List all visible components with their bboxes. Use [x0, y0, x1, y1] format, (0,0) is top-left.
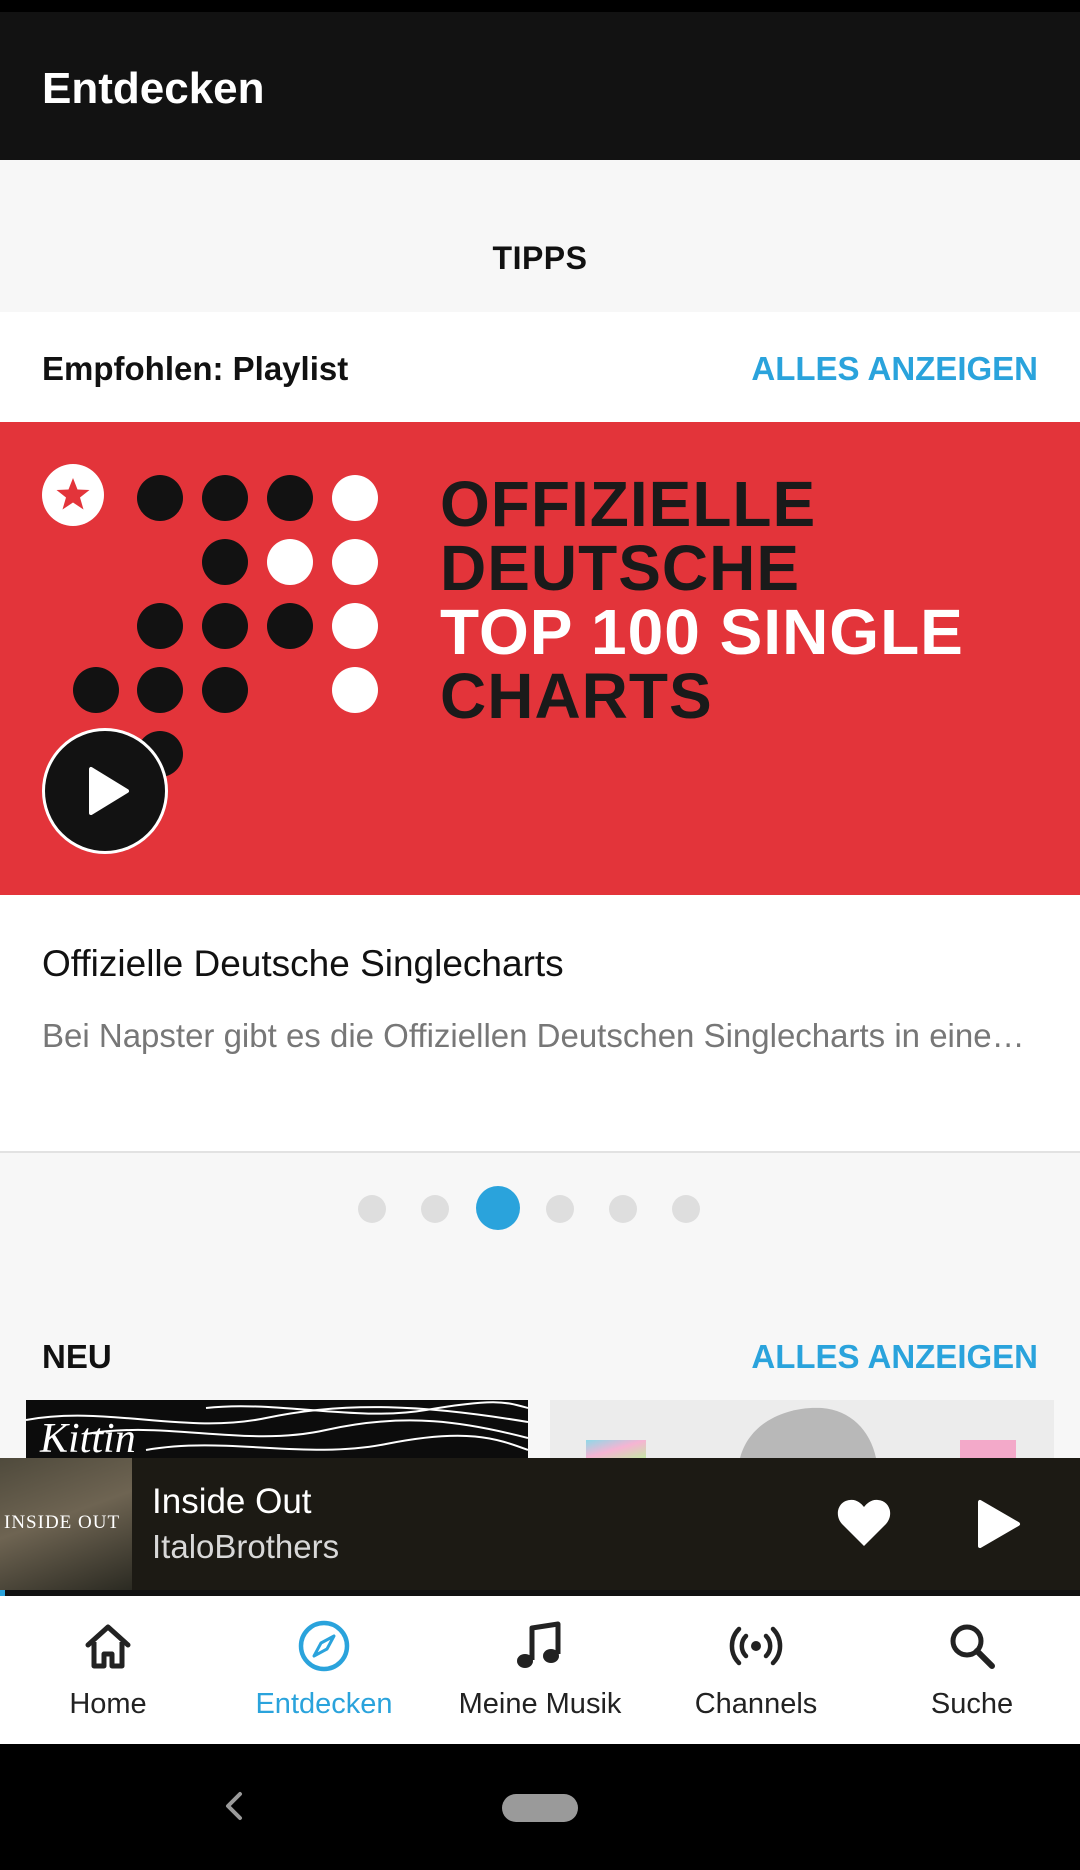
- logo-dot: [332, 539, 378, 585]
- search-icon: [950, 1624, 995, 1669]
- banner-line-2: DEUTSCHE: [440, 532, 801, 604]
- tab-tipps[interactable]: TIPPS: [0, 240, 1080, 277]
- logo-dot: [137, 667, 183, 713]
- pager-dot[interactable]: [358, 1195, 386, 1223]
- album-art-shapes: [586, 1407, 1016, 1458]
- banner-line-4: CHARTS: [440, 660, 713, 732]
- nav-channels-label: Channels: [694, 1688, 818, 1720]
- new-section-title: NEU: [42, 1338, 112, 1375]
- logo-dot: [202, 667, 248, 713]
- mini-player[interactable]: INSIDE OUT Inside Out ItaloBrothers: [0, 1458, 1080, 1596]
- favorite-button[interactable]: [836, 1498, 892, 1548]
- logo-dot: [202, 475, 248, 521]
- home-pill-button[interactable]: [502, 1794, 578, 1822]
- featured-playlist-banner[interactable]: OFFIZIELLE DEUTSCHE TOP 100 SINGLE CHART…: [0, 422, 1080, 895]
- pager-dot[interactable]: [421, 1195, 449, 1223]
- nav-entdecken-label: Entdecken: [255, 1688, 393, 1720]
- cover-text: INSIDE OUT: [4, 1512, 121, 1533]
- nav-meine-musik[interactable]: Meine Musik: [432, 1596, 648, 1744]
- play-icon: [89, 767, 129, 815]
- music-note-icon: [517, 1621, 561, 1668]
- app-bar: Entdecken: [0, 12, 1080, 160]
- nav-suche-label: Suche: [930, 1688, 1014, 1720]
- banner-line-3: TOP 100 SINGLE: [440, 596, 964, 668]
- featured-section-header: Empfohlen: Playlist ALLES ANZEIGEN: [0, 312, 1080, 422]
- logo-dot: [332, 475, 378, 521]
- mini-play-button[interactable]: [974, 1498, 1022, 1550]
- featured-card-info[interactable]: Offizielle Deutsche Singlecharts Bei Nap…: [0, 895, 1080, 1153]
- compass-icon: [298, 1620, 350, 1672]
- logo-dot: [267, 539, 313, 585]
- pager-dot[interactable]: [609, 1195, 637, 1223]
- new-see-all-link[interactable]: ALLES ANZEIGEN: [751, 1338, 1038, 1376]
- nav-suche[interactable]: Suche: [864, 1596, 1080, 1744]
- play-button[interactable]: [42, 728, 168, 854]
- featured-section-title: Empfohlen: Playlist: [42, 350, 349, 387]
- featured-see-all-link[interactable]: ALLES ANZEIGEN: [751, 350, 1038, 388]
- banner-line-1: OFFIZIELLE: [440, 468, 817, 540]
- system-navigation-bar: [0, 1744, 1080, 1870]
- tab-strip: TIPPS: [0, 160, 1080, 312]
- card-title: Offizielle Deutsche Singlecharts: [42, 943, 564, 984]
- bottom-navigation: Home Entdecken Meine Musik Channels Such…: [0, 1596, 1080, 1744]
- nav-meine-musik-label: Meine Musik: [458, 1688, 622, 1720]
- star-badge-icon: [42, 464, 104, 526]
- album-cover[interactable]: Kittin: [26, 1400, 528, 1458]
- pager-dot[interactable]: [546, 1195, 574, 1223]
- track-title: Inside Out: [152, 1482, 312, 1521]
- carousel-pager: [0, 1186, 1080, 1230]
- album-art-pattern: Kittin: [26, 1401, 528, 1458]
- album-cover[interactable]: [550, 1400, 1054, 1458]
- logo-dot: [73, 667, 119, 713]
- album-art-text: Kittin: [39, 1416, 136, 1458]
- card-description: Bei Napster gibt es die Offiziellen Deut…: [42, 1017, 1025, 1054]
- logo-dot: [137, 475, 183, 521]
- banner-text: OFFIZIELLE DEUTSCHE TOP 100 SINGLE CHART…: [440, 472, 964, 728]
- page-title: Entdecken: [42, 64, 265, 113]
- broadcast-icon: [729, 1626, 783, 1666]
- now-playing-cover: INSIDE OUT: [0, 1458, 132, 1590]
- logo-dot: [332, 603, 378, 649]
- logo-dot: [332, 667, 378, 713]
- logo-dot: [267, 603, 313, 649]
- status-bar: [0, 0, 1080, 12]
- heart-icon: [837, 1499, 891, 1546]
- track-artist: ItaloBrothers: [152, 1528, 340, 1565]
- nav-entdecken[interactable]: Entdecken: [216, 1596, 432, 1744]
- logo-dot: [202, 539, 248, 585]
- play-icon: [978, 1500, 1020, 1548]
- nav-channels[interactable]: Channels: [648, 1596, 864, 1744]
- logo-dot: [267, 475, 313, 521]
- nav-home-label: Home: [69, 1688, 147, 1720]
- nav-home[interactable]: Home: [0, 1596, 216, 1744]
- pager-dot[interactable]: [672, 1195, 700, 1223]
- pager-dot-active[interactable]: [476, 1186, 520, 1230]
- new-section-header: NEU ALLES ANZEIGEN: [0, 1300, 1080, 1410]
- back-icon[interactable]: [218, 1786, 248, 1826]
- home-icon: [85, 1624, 131, 1669]
- logo-dot: [137, 603, 183, 649]
- logo-dot: [202, 603, 248, 649]
